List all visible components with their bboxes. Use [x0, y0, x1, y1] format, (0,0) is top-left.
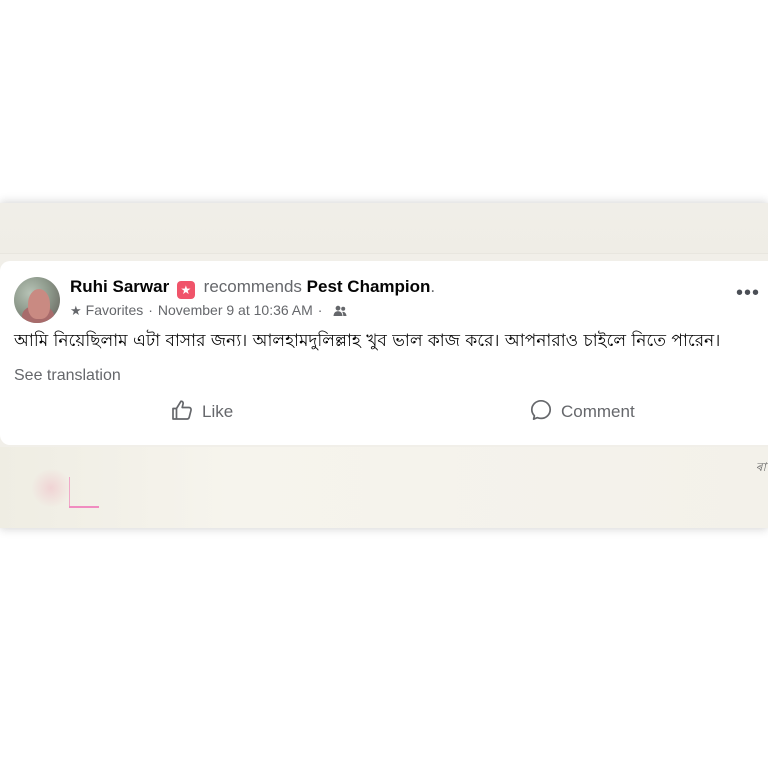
more-options-button[interactable]: ••• [736, 283, 760, 303]
post-meta: ★ Favorites · November 9 at 10:36 AM · [70, 301, 347, 321]
meta-separator: · [148, 302, 153, 318]
post-timestamp[interactable]: November 9 at 10:36 AM [158, 302, 313, 318]
blurred-image-fragment [30, 469, 72, 507]
audience-label: Favorites [85, 302, 144, 318]
page-name-link[interactable]: Pest Champion [307, 277, 431, 296]
pink-marker-line [69, 477, 70, 507]
recommends-verb: recommends [203, 277, 302, 296]
pink-marker-line [69, 506, 99, 508]
previous-post-fragment [0, 203, 768, 254]
recommend-badge-icon: ★ [176, 281, 195, 299]
recommendation-post-card: Ruhi Sarwar ★ recommends Pest Champion. … [0, 261, 768, 445]
comment-icon [529, 398, 553, 427]
like-button[interactable]: Like [170, 399, 233, 425]
friends-icon [333, 303, 347, 321]
comment-button[interactable]: Comment [529, 399, 635, 425]
post-body-text: আমি নিয়েছিলাম এটা বাসার জন্য। আলহামদুলি… [14, 331, 721, 351]
star-icon: ★ [70, 303, 82, 318]
author-name[interactable]: Ruhi Sarwar [70, 277, 169, 296]
see-translation-link[interactable]: See translation [14, 367, 121, 385]
page-suffix: . [430, 277, 436, 296]
avatar[interactable] [14, 277, 60, 323]
comment-label: Comment [561, 402, 635, 421]
like-label: Like [202, 402, 234, 421]
meta-separator: · [317, 302, 323, 318]
like-icon [170, 398, 194, 427]
post-header: Ruhi Sarwar ★ recommends Pest Champion. [70, 276, 435, 299]
screenshot-stage: ৰা Ruhi Sarwar ★ recommends Pest Champio… [0, 0, 768, 768]
avatar-face [28, 289, 50, 319]
cropped-text-fragment: ৰা [755, 460, 766, 474]
next-post-fragment: ৰা [0, 447, 768, 528]
